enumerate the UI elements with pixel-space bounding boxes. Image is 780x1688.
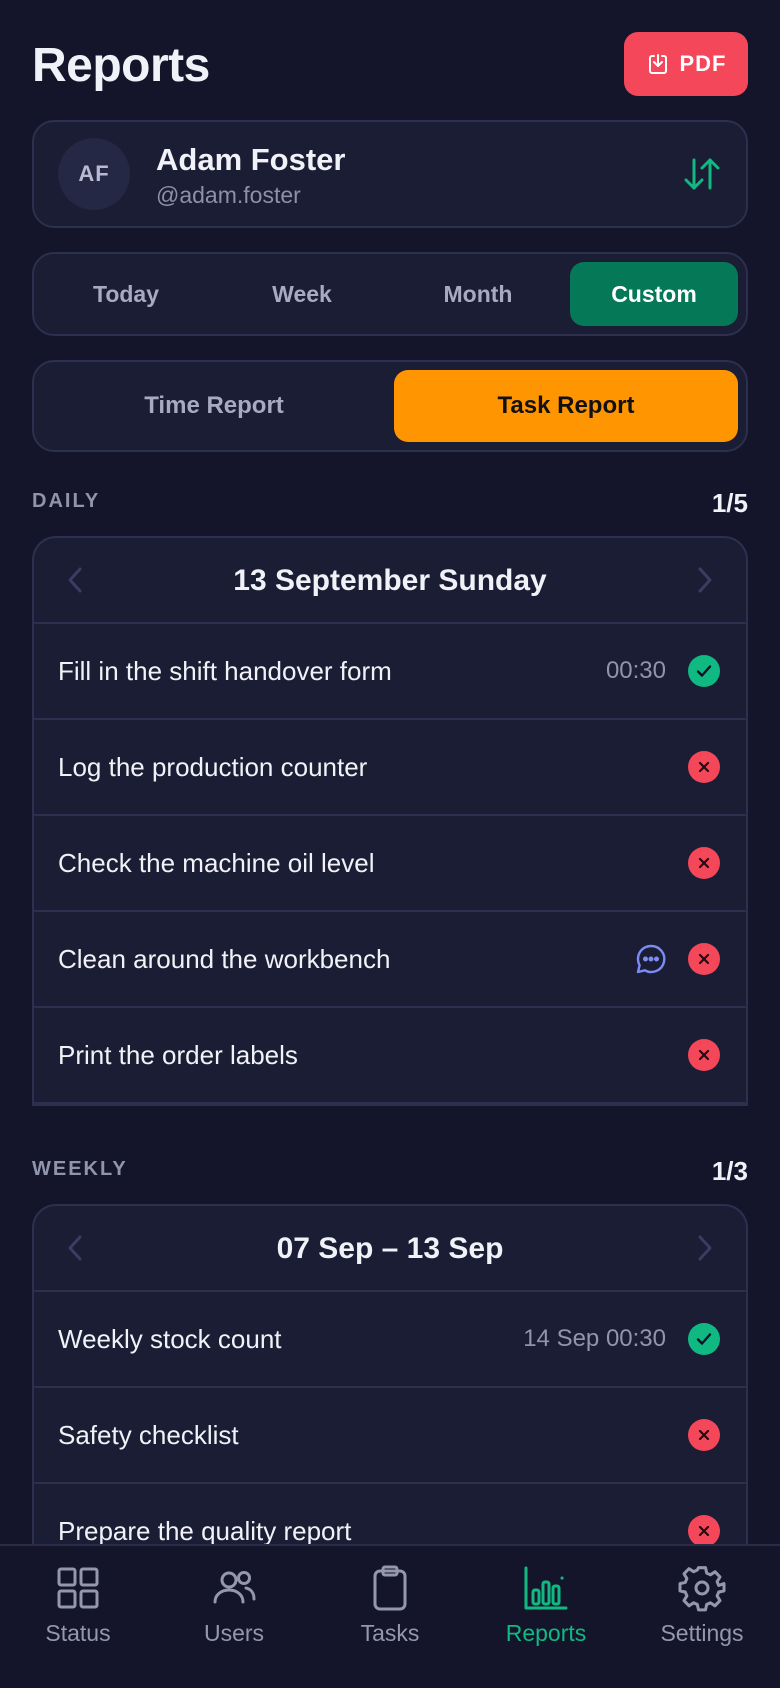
tab-time-report[interactable]: Time Report — [42, 370, 386, 442]
next-week-button[interactable] — [686, 1230, 722, 1266]
nav-label: Status — [45, 1620, 111, 1646]
task-title: Print the order labels — [58, 1039, 298, 1070]
page-title: Reports — [32, 39, 210, 92]
missed-icon — [688, 1515, 720, 1547]
tab-month[interactable]: Month — [394, 262, 562, 326]
nav-status[interactable]: Status — [0, 1564, 156, 1664]
tab-custom[interactable]: Custom — [570, 262, 738, 326]
task-row[interactable]: Check the machine oil level — [34, 816, 746, 912]
profile-name: Adam Foster — [156, 142, 346, 177]
missed-icon — [688, 751, 720, 783]
task-row[interactable]: Fill in the shift handover form 00:30 — [34, 624, 746, 720]
chevron-right-icon — [698, 567, 712, 593]
daily-date: 13 September Sunday — [233, 564, 547, 597]
nav-reports[interactable]: Reports — [468, 1564, 624, 1664]
nav-label: Tasks — [360, 1620, 420, 1646]
clipboard-icon — [373, 1565, 407, 1611]
missed-icon — [688, 847, 720, 879]
nav-tasks[interactable]: Tasks — [312, 1564, 468, 1664]
users-icon — [213, 1571, 256, 1604]
daily-count: 1/5 — [711, 488, 748, 518]
missed-icon — [688, 1039, 720, 1071]
task-title: Fill in the shift handover form — [58, 655, 392, 686]
done-icon — [688, 655, 720, 687]
pdf-export-button[interactable]: PDF — [624, 32, 748, 96]
report-type-selector: Time Report Task Report — [32, 360, 748, 452]
daily-card: 13 September Sunday Fill in the shift ha… — [32, 536, 748, 1106]
tab-week[interactable]: Week — [218, 262, 386, 326]
grid-icon — [57, 1567, 99, 1609]
reports-screen: Reports PDF AF Adam Foster @adam.foster … — [0, 0, 780, 1688]
weekly-count: 1/3 — [711, 1156, 748, 1186]
bottom-tab-bar: Status Users Tasks Reports Settings — [0, 1544, 780, 1688]
task-title: Check the machine oil level — [58, 847, 375, 878]
next-day-button[interactable] — [686, 562, 722, 598]
swap-user-icon[interactable] — [682, 154, 722, 194]
task-row[interactable]: Print the order labels — [34, 1008, 746, 1104]
weekly-card: 07 Sep – 13 Sep Weekly stock count 14 Se… — [32, 1204, 748, 1582]
gear-icon — [678, 1566, 726, 1612]
tab-today[interactable]: Today — [42, 262, 210, 326]
tab-task-report[interactable]: Task Report — [394, 370, 738, 442]
done-icon — [688, 1323, 720, 1355]
pdf-label: PDF — [679, 51, 727, 76]
task-title: Weekly stock count — [58, 1323, 282, 1354]
task-time: 14 Sep 00:30 — [523, 1325, 666, 1352]
task-row[interactable]: Safety checklist — [34, 1388, 746, 1484]
nav-label: Reports — [505, 1620, 587, 1646]
task-title: Clean around the workbench — [58, 943, 391, 974]
weekly-section-label: WEEKLY — [32, 1158, 128, 1180]
nav-users[interactable]: Users — [156, 1564, 312, 1664]
profile-handle: @adam.foster — [156, 182, 301, 208]
comment-icon[interactable] — [634, 942, 668, 976]
bar-chart-icon — [524, 1566, 568, 1610]
task-title: Log the production counter — [58, 751, 368, 782]
nav-label: Users — [203, 1620, 265, 1646]
task-title: Safety checklist — [58, 1419, 239, 1450]
task-row[interactable]: Clean around the workbench — [34, 912, 746, 1008]
header: Reports PDF — [32, 32, 748, 96]
profile-card[interactable]: AF Adam Foster @adam.foster — [32, 120, 748, 228]
task-time: 00:30 — [605, 657, 666, 684]
missed-icon — [688, 1419, 720, 1451]
chevron-right-icon — [698, 1235, 712, 1261]
period-selector: Today Week Month Custom — [32, 252, 748, 336]
nav-label: Settings — [660, 1620, 744, 1646]
avatar: AF — [58, 138, 130, 210]
missed-icon — [688, 943, 720, 975]
task-row[interactable]: Weekly stock count 14 Sep 00:30 — [34, 1292, 746, 1388]
daily-section-label: DAILY — [32, 490, 101, 512]
weekly-date: 07 Sep – 13 Sep — [276, 1232, 504, 1265]
download-icon — [648, 54, 667, 74]
task-row[interactable]: Log the production counter — [34, 720, 746, 816]
nav-settings[interactable]: Settings — [624, 1564, 780, 1664]
daily-date-nav: 13 September Sunday — [34, 538, 746, 624]
weekly-date-nav: 07 Sep – 13 Sep — [34, 1206, 746, 1292]
